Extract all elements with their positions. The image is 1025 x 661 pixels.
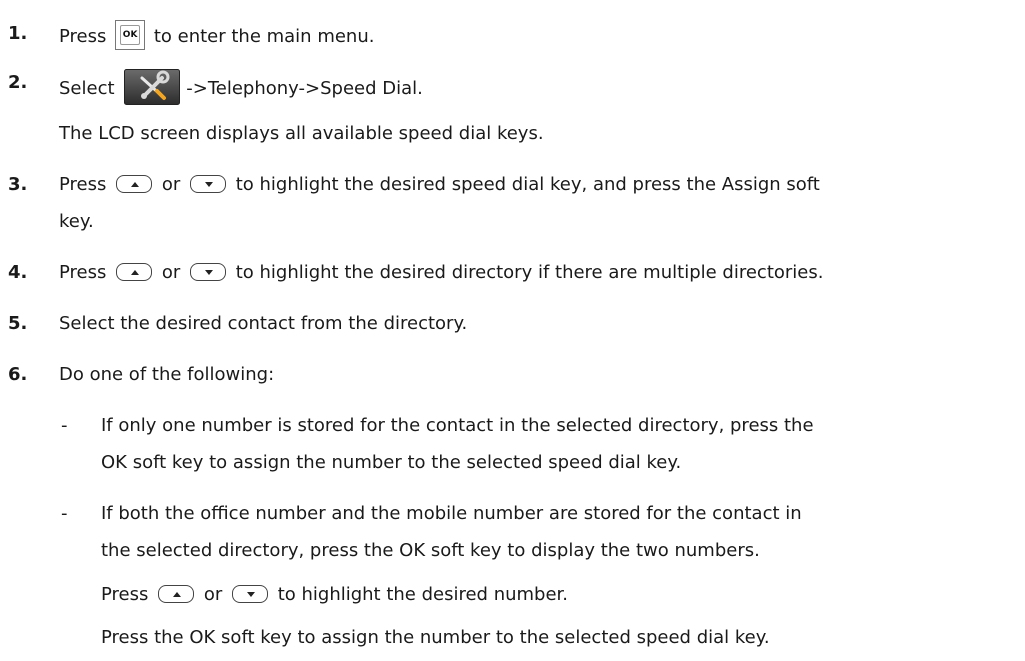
ok-key-icon: OK (115, 20, 146, 50)
step-number: 4. (8, 262, 28, 283)
step-text-before: Press (59, 26, 113, 47)
step-number: 6. (8, 364, 28, 385)
sub-step-final: Press the OK soft key to assign the numb… (101, 627, 770, 648)
step-number: 3. (8, 174, 28, 195)
step-text-after: to highlight the desired number. (271, 584, 569, 605)
step-text-after: ->Telephony->Speed Dial. (186, 78, 423, 99)
sub-step-highlight: Press or to highlight the desired number… (101, 583, 568, 607)
step-1-text: Press OK to enter the main menu. (59, 20, 375, 52)
step-number: 5. (8, 313, 28, 334)
step-text-or: or (156, 174, 186, 195)
step-text-or: or (198, 584, 228, 605)
step-6-text: Do one of the following: (59, 364, 275, 385)
bullet-1-line-1: If only one number is stored for the con… (101, 415, 814, 436)
down-arrow-key-icon (231, 585, 268, 603)
step-number: 2. (8, 72, 28, 93)
down-arrow-key-icon (189, 263, 226, 281)
bullet-1-line-2: OK soft key to assign the number to the … (101, 452, 682, 473)
down-arrow-key-icon (189, 175, 226, 193)
step-5-text: Select the desired contact from the dire… (59, 313, 468, 334)
up-arrow-key-icon (158, 585, 195, 603)
step-3-continuation: key. (59, 211, 94, 232)
up-arrow-key-icon (116, 263, 153, 281)
step-3-text: Press or to highlight the desired speed … (59, 173, 820, 197)
step-number: 1. (8, 23, 28, 44)
step-2-text: Select ->Telephony->Speed Dial. (59, 69, 423, 107)
settings-tools-icon (124, 69, 181, 105)
step-4-text: Press or to highlight the desired direct… (59, 261, 823, 285)
step-text-before: Press (59, 174, 113, 195)
step-2-note: The LCD screen displays all available sp… (59, 123, 544, 144)
step-text-or: or (156, 262, 186, 283)
step-text-after: to enter the main menu. (148, 26, 375, 47)
step-text-before: Press (59, 262, 113, 283)
bullet-2-line-2: the selected directory, press the OK sof… (101, 540, 760, 561)
up-arrow-key-icon (116, 175, 153, 193)
step-text-after: to highlight the desired directory if th… (229, 262, 824, 283)
step-text-after: to highlight the desired speed dial key,… (229, 174, 820, 195)
bullet-2-line-1: If both the office number and the mobile… (101, 503, 802, 524)
ok-key-label: OK (120, 25, 141, 45)
bullet-dash: - (61, 503, 68, 524)
step-text-before: Select (59, 78, 121, 99)
step-text-before: Press (101, 584, 155, 605)
bullet-dash: - (61, 415, 68, 436)
